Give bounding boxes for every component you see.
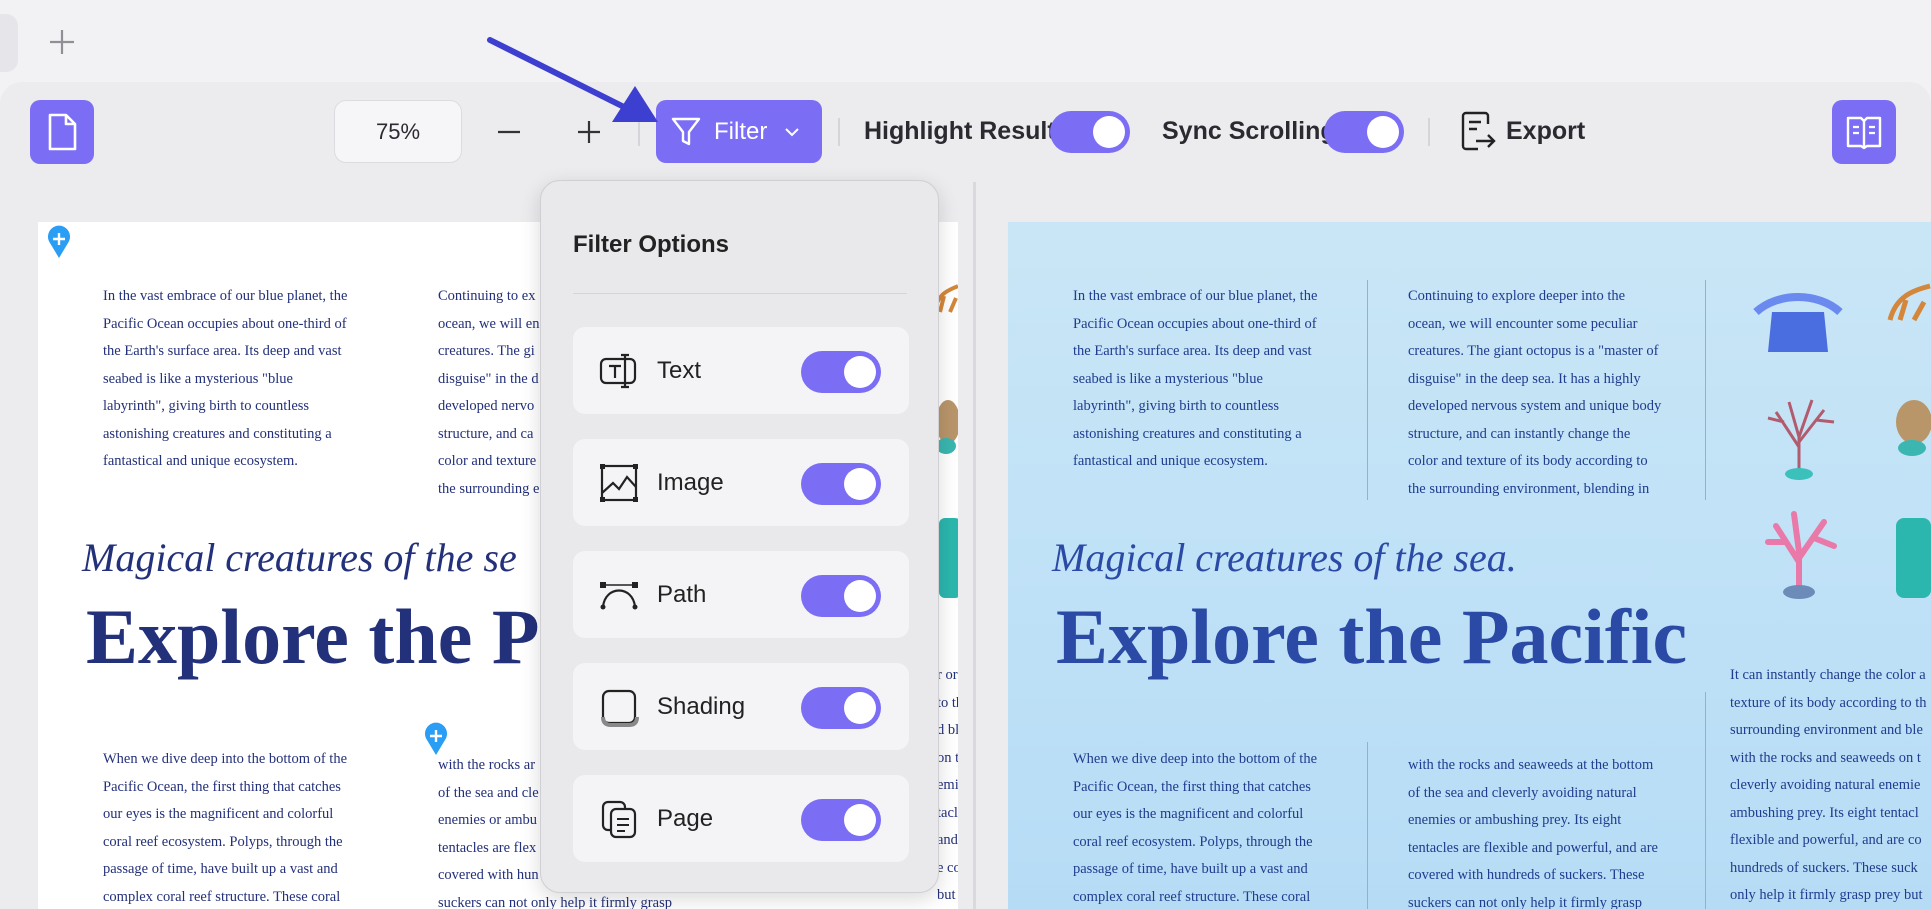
export-button[interactable]: Export — [1460, 110, 1585, 152]
image-icon — [599, 463, 639, 503]
export-label: Export — [1506, 116, 1586, 145]
page-icon — [599, 799, 639, 839]
filter-button[interactable]: Filter — [656, 100, 822, 163]
creature-image — [1896, 400, 1931, 456]
sync-scrolling-label: Sync Scrolling — [1162, 117, 1336, 145]
filter-option-path[interactable]: Path — [573, 551, 909, 638]
right-col1-bottom: When we dive deep into the bottom of the… — [1073, 751, 1318, 905]
sponge-image — [939, 518, 958, 598]
tab-bar — [0, 0, 1931, 80]
popup-title: Filter Options — [573, 231, 729, 258]
diff-marker-icon[interactable] — [423, 722, 449, 756]
popup-divider — [573, 293, 907, 294]
chevron-down-icon — [785, 127, 800, 136]
filter-option-label: Shading — [657, 693, 746, 720]
page-filter-toggle[interactable] — [801, 799, 881, 841]
left-col1-bottom: When we dive deep into the bottom of the… — [103, 751, 348, 905]
zoom-level[interactable]: 75% — [334, 100, 462, 163]
filter-options-popup: Filter Options Text Image Path Shading P — [540, 180, 939, 893]
filter-option-label: Image — [657, 469, 724, 496]
image-filter-toggle[interactable] — [801, 463, 881, 505]
toolbar-divider — [1428, 118, 1430, 146]
text-icon — [599, 351, 639, 391]
right-col2-top: Continuing to explore deeper into the oce… — [1408, 288, 1662, 497]
diff-marker-icon[interactable] — [46, 225, 72, 259]
filter-option-label: Text — [657, 357, 702, 384]
annotation-arrow — [487, 37, 658, 122]
filter-option-label: Page — [657, 805, 714, 832]
right-subtitle: Magical creatures of the sea. — [1052, 535, 1517, 580]
filter-label: Filter — [714, 117, 768, 145]
shading-filter-toggle[interactable] — [801, 687, 881, 729]
column-rule — [1705, 692, 1706, 909]
pink-coral-image — [1765, 511, 1837, 599]
column-rule — [1705, 280, 1706, 500]
path-filter-toggle[interactable] — [801, 575, 881, 617]
add-tab-icon[interactable] — [44, 24, 80, 60]
column-rule — [1367, 280, 1368, 500]
left-subtitle: Magical creatures of the se — [82, 535, 517, 580]
filter-icon — [671, 117, 701, 145]
path-icon — [599, 575, 639, 615]
filter-option-label: Path — [657, 581, 707, 608]
column-rule — [1367, 742, 1368, 909]
right-col3-bottom: It can instantly change the color a textu… — [1730, 667, 1927, 903]
compared-document-page: In the vast embrace of our blue planet, … — [1008, 222, 1931, 909]
right-col1-top: In the vast embrace of our blue planet, … — [1073, 288, 1318, 469]
document-tab[interactable] — [0, 14, 18, 72]
sponge-image — [1896, 518, 1931, 598]
right-title: Explore the Pacific — [1056, 593, 1688, 680]
left-title: Explore the P — [86, 593, 540, 680]
highlight-result-toggle[interactable] — [1050, 111, 1130, 153]
left-col3-bottom: r or ato thd bleon themietacleand ae cob… — [937, 667, 958, 903]
view-mode-icon[interactable] — [1832, 100, 1896, 164]
pane-divider[interactable] — [973, 182, 976, 909]
coral-image — [1887, 283, 1931, 322]
left-col1-top: In the vast embrace of our blue planet, … — [103, 288, 348, 469]
filter-option-image[interactable]: Image — [573, 439, 909, 526]
right-col2-bottom: with the rocks and seaweeds at the botto… — [1408, 757, 1658, 909]
filter-option-page[interactable]: Page — [573, 775, 909, 862]
filter-option-text[interactable]: Text — [573, 327, 909, 414]
file-icon[interactable] — [30, 100, 94, 164]
highlight-result-label: Highlight Result — [864, 117, 1056, 145]
export-icon — [1461, 111, 1496, 151]
sync-scrolling-toggle[interactable] — [1324, 111, 1404, 153]
sea-fan-image — [1767, 399, 1835, 480]
shading-icon — [599, 687, 639, 727]
filter-option-shading[interactable]: Shading — [573, 663, 909, 750]
anemone-image — [1753, 293, 1843, 352]
toolbar-divider — [838, 118, 840, 146]
text-filter-toggle[interactable] — [801, 351, 881, 393]
